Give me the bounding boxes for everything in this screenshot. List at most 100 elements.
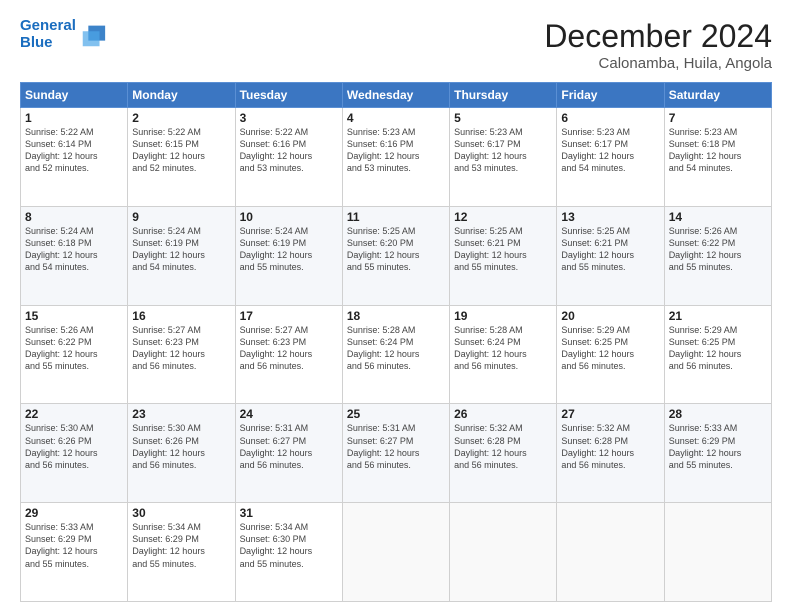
- header-sunday: Sunday: [21, 83, 128, 108]
- day-number: 22: [25, 407, 123, 421]
- day-info: Sunrise: 5:33 AMSunset: 6:29 PMDaylight:…: [669, 422, 767, 471]
- table-row: 9Sunrise: 5:24 AMSunset: 6:19 PMDaylight…: [128, 206, 235, 305]
- day-number: 13: [561, 210, 659, 224]
- table-row: 12Sunrise: 5:25 AMSunset: 6:21 PMDayligh…: [450, 206, 557, 305]
- header-tuesday: Tuesday: [235, 83, 342, 108]
- day-info: Sunrise: 5:26 AMSunset: 6:22 PMDaylight:…: [669, 225, 767, 274]
- day-info: Sunrise: 5:24 AMSunset: 6:18 PMDaylight:…: [25, 225, 123, 274]
- day-info: Sunrise: 5:33 AMSunset: 6:29 PMDaylight:…: [25, 521, 123, 570]
- table-row: 16Sunrise: 5:27 AMSunset: 6:23 PMDayligh…: [128, 305, 235, 404]
- day-number: 24: [240, 407, 338, 421]
- table-row: 1Sunrise: 5:22 AMSunset: 6:14 PMDaylight…: [21, 108, 128, 207]
- day-info: Sunrise: 5:30 AMSunset: 6:26 PMDaylight:…: [25, 422, 123, 471]
- logo-icon: [79, 21, 107, 49]
- day-number: 31: [240, 506, 338, 520]
- table-row: 22Sunrise: 5:30 AMSunset: 6:26 PMDayligh…: [21, 404, 128, 503]
- day-info: Sunrise: 5:28 AMSunset: 6:24 PMDaylight:…: [347, 324, 445, 373]
- day-info: Sunrise: 5:27 AMSunset: 6:23 PMDaylight:…: [132, 324, 230, 373]
- logo: General Blue: [20, 18, 107, 51]
- day-number: 17: [240, 309, 338, 323]
- day-info: Sunrise: 5:28 AMSunset: 6:24 PMDaylight:…: [454, 324, 552, 373]
- table-row: 20Sunrise: 5:29 AMSunset: 6:25 PMDayligh…: [557, 305, 664, 404]
- page: General Blue December 2024 Calonamba, Hu…: [0, 0, 792, 612]
- day-info: Sunrise: 5:31 AMSunset: 6:27 PMDaylight:…: [347, 422, 445, 471]
- calendar-header-row: Sunday Monday Tuesday Wednesday Thursday…: [21, 83, 772, 108]
- calendar-week-row: 8Sunrise: 5:24 AMSunset: 6:18 PMDaylight…: [21, 206, 772, 305]
- day-number: 12: [454, 210, 552, 224]
- table-row: 19Sunrise: 5:28 AMSunset: 6:24 PMDayligh…: [450, 305, 557, 404]
- day-number: 5: [454, 111, 552, 125]
- day-number: 9: [132, 210, 230, 224]
- table-row: [664, 503, 771, 602]
- day-number: 23: [132, 407, 230, 421]
- day-info: Sunrise: 5:34 AMSunset: 6:30 PMDaylight:…: [240, 521, 338, 570]
- day-number: 7: [669, 111, 767, 125]
- table-row: 29Sunrise: 5:33 AMSunset: 6:29 PMDayligh…: [21, 503, 128, 602]
- table-row: 31Sunrise: 5:34 AMSunset: 6:30 PMDayligh…: [235, 503, 342, 602]
- header-wednesday: Wednesday: [342, 83, 449, 108]
- day-info: Sunrise: 5:24 AMSunset: 6:19 PMDaylight:…: [240, 225, 338, 274]
- day-number: 8: [25, 210, 123, 224]
- day-info: Sunrise: 5:27 AMSunset: 6:23 PMDaylight:…: [240, 324, 338, 373]
- day-number: 19: [454, 309, 552, 323]
- table-row: 23Sunrise: 5:30 AMSunset: 6:26 PMDayligh…: [128, 404, 235, 503]
- table-row: 2Sunrise: 5:22 AMSunset: 6:15 PMDaylight…: [128, 108, 235, 207]
- day-number: 14: [669, 210, 767, 224]
- table-row: 24Sunrise: 5:31 AMSunset: 6:27 PMDayligh…: [235, 404, 342, 503]
- day-number: 4: [347, 111, 445, 125]
- title-section: December 2024 Calonamba, Huila, Angola: [544, 18, 772, 72]
- calendar-title: December 2024: [544, 18, 772, 55]
- calendar-week-row: 22Sunrise: 5:30 AMSunset: 6:26 PMDayligh…: [21, 404, 772, 503]
- table-row: 27Sunrise: 5:32 AMSunset: 6:28 PMDayligh…: [557, 404, 664, 503]
- day-info: Sunrise: 5:32 AMSunset: 6:28 PMDaylight:…: [454, 422, 552, 471]
- table-row: 15Sunrise: 5:26 AMSunset: 6:22 PMDayligh…: [21, 305, 128, 404]
- day-info: Sunrise: 5:30 AMSunset: 6:26 PMDaylight:…: [132, 422, 230, 471]
- header-thursday: Thursday: [450, 83, 557, 108]
- day-number: 11: [347, 210, 445, 224]
- day-info: Sunrise: 5:25 AMSunset: 6:20 PMDaylight:…: [347, 225, 445, 274]
- day-info: Sunrise: 5:29 AMSunset: 6:25 PMDaylight:…: [561, 324, 659, 373]
- day-number: 6: [561, 111, 659, 125]
- day-info: Sunrise: 5:22 AMSunset: 6:14 PMDaylight:…: [25, 126, 123, 175]
- header-saturday: Saturday: [664, 83, 771, 108]
- table-row: 5Sunrise: 5:23 AMSunset: 6:17 PMDaylight…: [450, 108, 557, 207]
- table-row: [342, 503, 449, 602]
- day-info: Sunrise: 5:32 AMSunset: 6:28 PMDaylight:…: [561, 422, 659, 471]
- table-row: 21Sunrise: 5:29 AMSunset: 6:25 PMDayligh…: [664, 305, 771, 404]
- header: General Blue December 2024 Calonamba, Hu…: [20, 18, 772, 72]
- day-number: 26: [454, 407, 552, 421]
- table-row: 13Sunrise: 5:25 AMSunset: 6:21 PMDayligh…: [557, 206, 664, 305]
- day-info: Sunrise: 5:22 AMSunset: 6:15 PMDaylight:…: [132, 126, 230, 175]
- calendar-week-row: 29Sunrise: 5:33 AMSunset: 6:29 PMDayligh…: [21, 503, 772, 602]
- day-info: Sunrise: 5:23 AMSunset: 6:16 PMDaylight:…: [347, 126, 445, 175]
- day-number: 10: [240, 210, 338, 224]
- day-info: Sunrise: 5:24 AMSunset: 6:19 PMDaylight:…: [132, 225, 230, 274]
- day-number: 18: [347, 309, 445, 323]
- day-number: 25: [347, 407, 445, 421]
- day-info: Sunrise: 5:26 AMSunset: 6:22 PMDaylight:…: [25, 324, 123, 373]
- day-info: Sunrise: 5:25 AMSunset: 6:21 PMDaylight:…: [561, 225, 659, 274]
- table-row: 26Sunrise: 5:32 AMSunset: 6:28 PMDayligh…: [450, 404, 557, 503]
- calendar-week-row: 15Sunrise: 5:26 AMSunset: 6:22 PMDayligh…: [21, 305, 772, 404]
- table-row: 18Sunrise: 5:28 AMSunset: 6:24 PMDayligh…: [342, 305, 449, 404]
- table-row: [557, 503, 664, 602]
- table-row: 25Sunrise: 5:31 AMSunset: 6:27 PMDayligh…: [342, 404, 449, 503]
- day-number: 21: [669, 309, 767, 323]
- day-number: 16: [132, 309, 230, 323]
- day-number: 3: [240, 111, 338, 125]
- day-info: Sunrise: 5:23 AMSunset: 6:18 PMDaylight:…: [669, 126, 767, 175]
- day-number: 15: [25, 309, 123, 323]
- table-row: 17Sunrise: 5:27 AMSunset: 6:23 PMDayligh…: [235, 305, 342, 404]
- table-row: 8Sunrise: 5:24 AMSunset: 6:18 PMDaylight…: [21, 206, 128, 305]
- day-info: Sunrise: 5:23 AMSunset: 6:17 PMDaylight:…: [454, 126, 552, 175]
- logo-text: General Blue: [20, 18, 76, 51]
- calendar-subtitle: Calonamba, Huila, Angola: [544, 55, 772, 72]
- day-number: 27: [561, 407, 659, 421]
- calendar-week-row: 1Sunrise: 5:22 AMSunset: 6:14 PMDaylight…: [21, 108, 772, 207]
- day-info: Sunrise: 5:23 AMSunset: 6:17 PMDaylight:…: [561, 126, 659, 175]
- table-row: 28Sunrise: 5:33 AMSunset: 6:29 PMDayligh…: [664, 404, 771, 503]
- table-row: 10Sunrise: 5:24 AMSunset: 6:19 PMDayligh…: [235, 206, 342, 305]
- table-row: 14Sunrise: 5:26 AMSunset: 6:22 PMDayligh…: [664, 206, 771, 305]
- table-row: 6Sunrise: 5:23 AMSunset: 6:17 PMDaylight…: [557, 108, 664, 207]
- day-info: Sunrise: 5:25 AMSunset: 6:21 PMDaylight:…: [454, 225, 552, 274]
